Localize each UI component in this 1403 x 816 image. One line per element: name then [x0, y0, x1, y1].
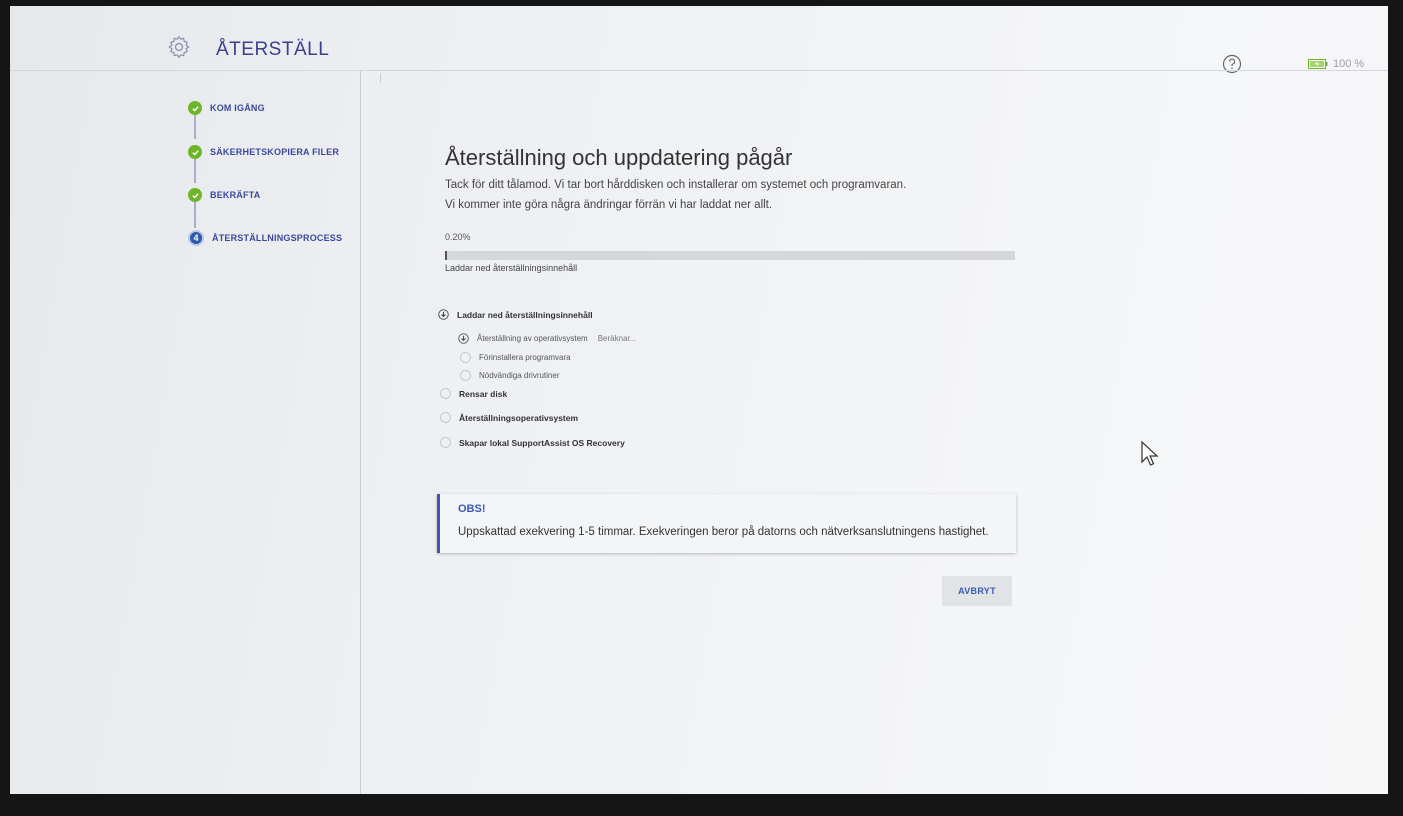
task-item: Skapar lokal SupportAssist OS Recovery — [440, 437, 625, 448]
step-label: BEKRÄFTA — [210, 190, 261, 200]
circle-icon — [460, 352, 471, 363]
circle-icon — [460, 370, 471, 381]
download-icon — [458, 333, 469, 344]
circle-icon — [440, 388, 451, 399]
task-label: Förinstallera programvara — [479, 353, 571, 362]
circle-icon — [440, 437, 451, 448]
step-sakerhetskopiera-filer: SÄKERHETSKOPIERA FILER — [188, 145, 339, 159]
task-item: Återställningsoperativsystem — [440, 412, 578, 423]
progress-bar — [445, 251, 1015, 260]
task-item: Rensar disk — [440, 388, 507, 399]
mouse-cursor-icon — [1141, 440, 1159, 466]
gear-icon — [168, 35, 190, 59]
circle-icon — [440, 412, 451, 423]
step-connector — [194, 115, 196, 139]
battery-icon — [1308, 59, 1328, 69]
task-item: Förinstallera programvara — [460, 352, 571, 363]
main-content: Återställning och uppdatering pågår Tack… — [372, 71, 1388, 794]
progress-bar-fill — [445, 251, 447, 260]
step-bekrafta: BEKRÄFTA — [188, 188, 260, 202]
step-label: SÄKERHETSKOPIERA FILER — [210, 147, 340, 157]
step-connector — [194, 202, 196, 228]
sidebar-divider — [360, 71, 361, 794]
task-label: Återställning av operativsystem — [477, 334, 588, 343]
task-label: Laddar ned återställningsinnehåll — [457, 309, 593, 320]
notice-box: OBS! Uppskattad exekvering 1-5 timmar. E… — [437, 494, 1016, 553]
description-line-1: Tack för ditt tålamod. Vi tar bort hårdd… — [445, 179, 907, 191]
top-bar: ÅTERSTÄLL 100 % — [10, 6, 1388, 76]
check-icon — [188, 145, 202, 159]
screen: ÅTERSTÄLL 100 % KOM IGÅNG SÄKERHETSKOPIE… — [10, 6, 1388, 794]
step-number-badge: 4 — [188, 230, 204, 246]
app-title: ÅTERSTÄLL — [216, 39, 330, 60]
task-item: Återställning av operativsystem Beräknar… — [458, 333, 636, 344]
notice-title: OBS! — [458, 503, 486, 515]
battery-indicator: 100 % — [1308, 58, 1364, 70]
progress-percent: 0.20% — [445, 232, 471, 242]
description-line-2: Vi kommer inte göra några ändringar förr… — [445, 199, 773, 211]
progress-caption: Laddar ned återställningsinnehåll — [445, 263, 578, 273]
sidebar-steps: KOM IGÅNG SÄKERHETSKOPIERA FILER BEKRÄFT… — [10, 71, 362, 794]
task-label: Nödvändiga drivrutiner — [479, 371, 560, 380]
check-icon — [188, 101, 202, 115]
notice-text: Uppskattad exekvering 1-5 timmar. Exekve… — [458, 526, 989, 538]
task-item: Laddar ned återställningsinnehåll — [438, 309, 593, 320]
step-aterstallningsprocess: 4 ÅTERSTÄLLNINGSPROCESS — [188, 230, 342, 246]
step-label: ÅTERSTÄLLNINGSPROCESS — [212, 233, 343, 243]
cancel-button[interactable]: AVBRYT — [942, 576, 1012, 606]
task-label: Skapar lokal SupportAssist OS Recovery — [459, 437, 625, 448]
task-label: Rensar disk — [459, 388, 508, 399]
task-label: Återställningsoperativsystem — [459, 412, 579, 423]
step-kom-igang: KOM IGÅNG — [188, 101, 265, 115]
task-status: Beräknar... — [597, 334, 637, 343]
download-icon — [438, 309, 449, 320]
check-icon — [188, 188, 202, 202]
step-label: KOM IGÅNG — [210, 103, 265, 113]
battery-percent: 100 % — [1333, 58, 1365, 70]
step-connector — [194, 158, 196, 183]
task-item: Nödvändiga drivrutiner — [460, 370, 560, 381]
page-title: Återställning och uppdatering pågår — [445, 145, 793, 170]
